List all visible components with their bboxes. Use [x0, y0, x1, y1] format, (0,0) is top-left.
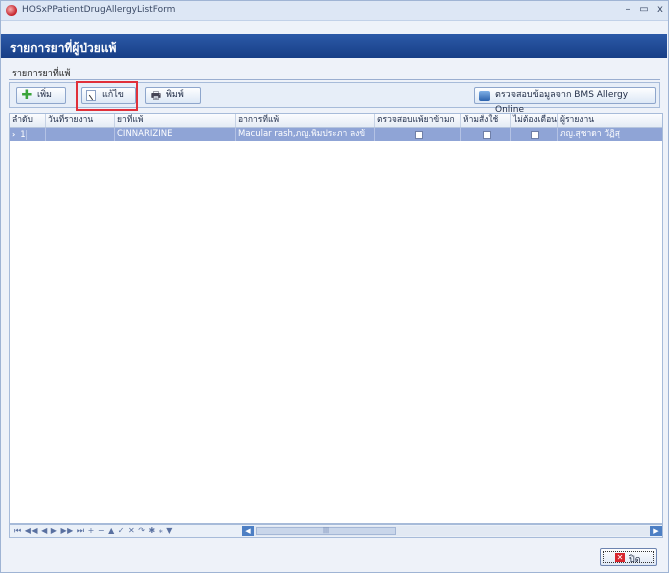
col-report-date[interactable]: วันที่รายงาน: [46, 114, 115, 127]
plus-icon: ✚: [21, 88, 33, 103]
table-row[interactable]: › 1 CINNARIZINE Macular rash,ภญ.พิมประภา …: [10, 128, 662, 141]
add-button-label: เพิ่ม: [37, 90, 52, 100]
close-button[interactable]: ✕ ปิด: [600, 548, 657, 566]
maximize-button[interactable]: ▭: [637, 4, 651, 15]
cloud-check-icon: [479, 91, 490, 101]
prohibited-checkbox[interactable]: [482, 131, 491, 139]
printer-icon: 🖶: [150, 89, 162, 102]
cell-no-warning[interactable]: [511, 128, 558, 141]
page-header: รายการยาที่ผู้ป่วยแพ้: [1, 34, 667, 58]
col-order[interactable]: ลำดับ: [10, 114, 46, 127]
window-title: HOSxPPatientDrugAllergyListForm: [22, 5, 176, 15]
cell-symptom[interactable]: Macular rash,ภญ.พิมประภา ลงข้: [236, 128, 375, 141]
bms-allergy-online-button[interactable]: ตรวจสอบข้อมูลจาก BMS Allergy Online: [474, 87, 656, 115]
no-warning-checkbox[interactable]: [531, 131, 539, 139]
row-indicator-icon: ›: [12, 130, 16, 139]
cell-order[interactable]: › 1: [10, 128, 46, 141]
grid-navigator: ⏮ ◀◀ ◀ ▶ ▶▶ ⏭ + − ▲ ✓ ✕ ↷ ✱ ⁎ ▼ ◀ ||| ▶: [9, 524, 663, 538]
cell-reporter[interactable]: ภญ.สุชาดา วัฏิสุ: [558, 128, 664, 141]
cell-report-date[interactable]: [46, 128, 115, 141]
print-button[interactable]: 🖶 พิมพ์: [145, 87, 201, 104]
add-button[interactable]: ✚ เพิ่ม: [16, 87, 66, 104]
col-no-warning[interactable]: ไม่ต้องเตือน: [511, 114, 558, 127]
print-button-label: พิมพ์: [166, 90, 184, 100]
minimize-button[interactable]: –: [621, 4, 635, 15]
title-bar: HOSxPPatientDrugAllergyListForm – ▭ x: [1, 1, 668, 21]
page-title: รายการยาที่ผู้ป่วยแพ้: [10, 41, 117, 55]
grid-header: ลำดับ วันที่รายงาน ยาที่แพ้ อาการที่แพ้ …: [10, 114, 662, 128]
cell-drug[interactable]: CINNARIZINE: [115, 128, 236, 141]
col-prohibited[interactable]: ห้ามสั่งใช้: [461, 114, 511, 127]
section-divider: [9, 79, 660, 80]
edit-button-highlight: [76, 81, 138, 111]
footer: [1, 541, 667, 571]
background-strip: [0, 573, 671, 577]
close-button-label: ปิด: [629, 555, 641, 565]
cell-prohibited[interactable]: [461, 128, 511, 141]
col-cross-check[interactable]: ตรวจสอบแพ้ยาข้ามก: [375, 114, 461, 127]
allergy-grid: ลำดับ วันที่รายงาน ยาที่แพ้ อาการที่แพ้ …: [9, 113, 663, 524]
app-icon: [6, 5, 17, 16]
cell-cross-check[interactable]: [375, 128, 461, 141]
scroll-thumb[interactable]: |||: [256, 527, 396, 535]
section-label: รายการยาที่แพ้: [12, 69, 71, 79]
col-symptom[interactable]: อาการที่แพ้: [236, 114, 375, 127]
horizontal-scrollbar[interactable]: ◀ ||| ▶: [242, 526, 662, 536]
col-reporter[interactable]: ผู้รายงาน: [558, 114, 664, 127]
scroll-left-icon[interactable]: ◀: [242, 526, 254, 536]
cross-check-checkbox[interactable]: [414, 131, 423, 139]
cell-order-value: 1: [18, 130, 27, 140]
scroll-right-icon[interactable]: ▶: [650, 526, 662, 536]
close-x-icon: ✕: [615, 553, 625, 562]
navigator-buttons[interactable]: ⏮ ◀◀ ◀ ▶ ▶▶ ⏭ + − ▲ ✓ ✕ ↷ ✱ ⁎ ▼: [14, 526, 173, 536]
col-drug[interactable]: ยาที่แพ้: [115, 114, 236, 127]
window-close-button[interactable]: x: [653, 4, 667, 15]
